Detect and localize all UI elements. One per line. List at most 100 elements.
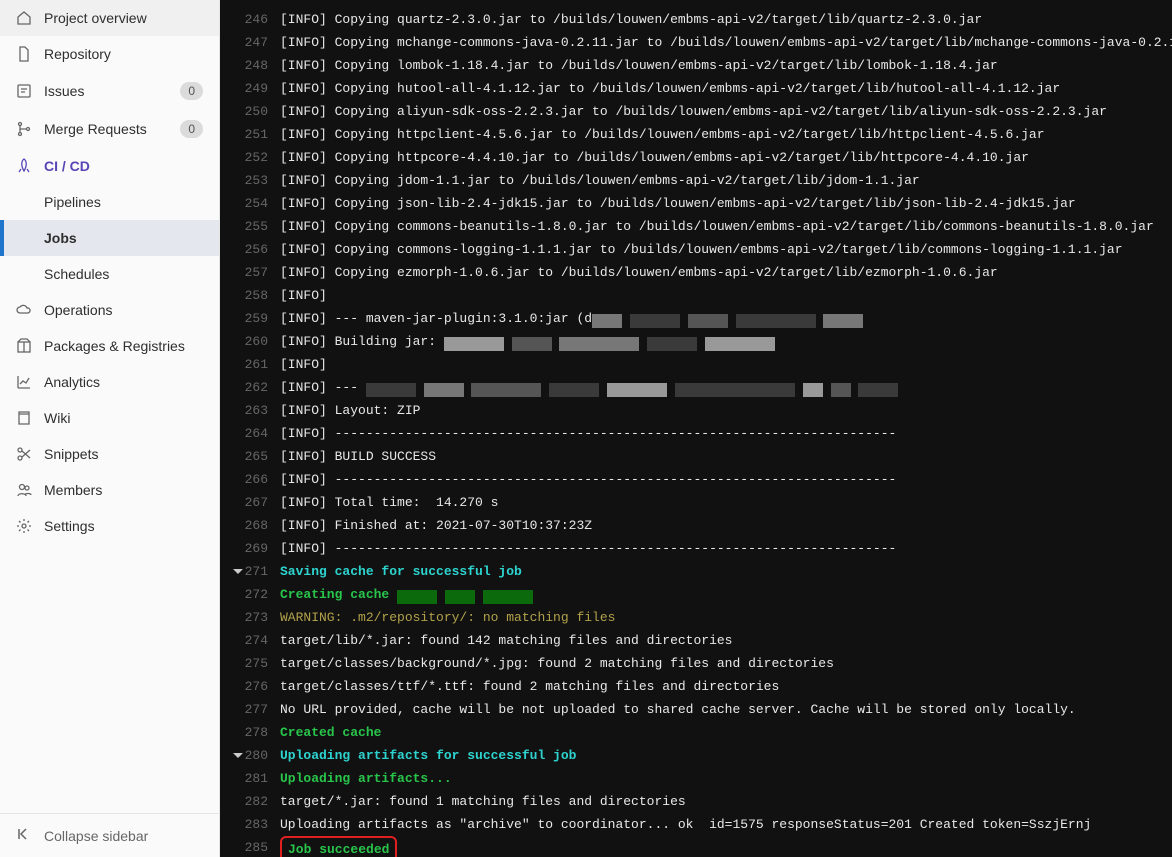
job-log[interactable]: 246[INFO] Copying quartz-2.3.0.jar to /b… [220,0,1172,857]
line-number[interactable]: 249 [220,77,280,100]
line-number[interactable]: 248 [220,54,280,77]
sidebar-item-ci-cd[interactable]: CI / CD [0,148,219,184]
log-line: 272Creating cache [220,583,1172,606]
log-content: Uploading artifacts for successful job [280,744,1172,767]
log-content: [INFO] Copying json-lib-2.4-jdk15.jar to… [280,192,1172,215]
sidebar-item-label: Wiki [44,410,203,426]
line-number[interactable]: 255 [220,215,280,238]
line-number[interactable]: 281 [220,767,280,790]
line-number[interactable]: 261 [220,353,280,376]
members-icon [16,482,32,498]
line-number[interactable]: 253 [220,169,280,192]
log-content: [INFO] Finished at: 2021-07-30T10:37:23Z [280,514,1172,537]
log-line: 246[INFO] Copying quartz-2.3.0.jar to /b… [220,8,1172,31]
log-content: [INFO] Copying commons-logging-1.1.1.jar… [280,238,1172,261]
log-line: 268[INFO] Finished at: 2021-07-30T10:37:… [220,514,1172,537]
line-number[interactable]: 285 [220,836,280,857]
line-number[interactable]: 282 [220,790,280,813]
line-number[interactable]: 260 [220,330,280,353]
line-number[interactable]: 254 [220,192,280,215]
line-number[interactable]: 283 [220,813,280,836]
line-number[interactable]: 258 [220,284,280,307]
log-line: 282target/*.jar: found 1 matching files … [220,790,1172,813]
line-number[interactable]: 271 [220,560,280,583]
line-number[interactable]: 276 [220,675,280,698]
sidebar-item-label: Packages & Registries [44,338,203,354]
sidebar-item-snippets[interactable]: Snippets [0,436,219,472]
line-number[interactable]: 263 [220,399,280,422]
line-number[interactable]: 280 [220,744,280,767]
log-content: [INFO] Copying mchange-commons-java-0.2.… [280,31,1172,54]
log-line: 262[INFO] --- [220,376,1172,399]
merge-icon [16,121,32,137]
sidebar-item-packages-registries[interactable]: Packages & Registries [0,328,219,364]
line-number[interactable]: 264 [220,422,280,445]
log-line: 255[INFO] Copying commons-beanutils-1.8.… [220,215,1172,238]
log-content: Job succeeded [280,836,1172,857]
line-number[interactable]: 246 [220,8,280,31]
log-line: 256[INFO] Copying commons-logging-1.1.1.… [220,238,1172,261]
file-icon [16,46,32,62]
sidebar: Project overviewRepositoryIssues0Merge R… [0,0,220,857]
line-number[interactable]: 250 [220,100,280,123]
line-number[interactable]: 251 [220,123,280,146]
line-number[interactable]: 265 [220,445,280,468]
sidebar-item-label: Schedules [44,266,203,282]
sidebar-item-label: Jobs [44,230,203,246]
line-number[interactable]: 252 [220,146,280,169]
chart-icon [16,374,32,390]
rocket-icon [16,158,32,174]
line-number[interactable]: 274 [220,629,280,652]
line-number[interactable]: 277 [220,698,280,721]
collapse-sidebar[interactable]: Collapse sidebar [0,813,219,857]
log-line: 261[INFO] [220,353,1172,376]
line-number[interactable]: 268 [220,514,280,537]
log-line: 252[INFO] Copying httpcore-4.4.10.jar to… [220,146,1172,169]
sidebar-item-settings[interactable]: Settings [0,508,219,544]
cloud-icon [16,302,32,318]
line-number[interactable]: 272 [220,583,280,606]
sidebar-item-pipelines[interactable]: Pipelines [0,184,219,220]
line-number[interactable]: 278 [220,721,280,744]
log-content: Uploading artifacts... [280,767,1172,790]
log-content: target/*.jar: found 1 matching files and… [280,790,1172,813]
log-content: [INFO] Copying ezmorph-1.0.6.jar to /bui… [280,261,1172,284]
line-number[interactable]: 247 [220,31,280,54]
package-icon [16,338,32,354]
log-content: [INFO] ---------------------------------… [280,468,1172,491]
log-content: [INFO] Copying lombok-1.18.4.jar to /bui… [280,54,1172,77]
line-number[interactable]: 275 [220,652,280,675]
sidebar-item-merge-requests[interactable]: Merge Requests0 [0,110,219,148]
sidebar-item-wiki[interactable]: Wiki [0,400,219,436]
job-succeeded-highlight: Job succeeded [280,836,397,857]
line-number[interactable]: 267 [220,491,280,514]
log-line: 251[INFO] Copying httpclient-4.5.6.jar t… [220,123,1172,146]
log-line: 249[INFO] Copying hutool-all-4.1.12.jar … [220,77,1172,100]
line-number[interactable]: 269 [220,537,280,560]
sidebar-item-project-overview[interactable]: Project overview [0,0,219,36]
sidebar-item-issues[interactable]: Issues0 [0,72,219,110]
sidebar-item-repository[interactable]: Repository [0,36,219,72]
log-content: target/classes/ttf/*.ttf: found 2 matchi… [280,675,1172,698]
log-content: Created cache [280,721,1172,744]
sidebar-item-members[interactable]: Members [0,472,219,508]
sidebar-item-schedules[interactable]: Schedules [0,256,219,292]
line-number[interactable]: 273 [220,606,280,629]
log-content: [INFO] ---------------------------------… [280,422,1172,445]
log-content: [INFO] --- [280,376,1172,399]
log-line: 254[INFO] Copying json-lib-2.4-jdk15.jar… [220,192,1172,215]
log-line: 258[INFO] [220,284,1172,307]
line-number[interactable]: 259 [220,307,280,330]
line-number[interactable]: 257 [220,261,280,284]
sidebar-item-jobs[interactable]: Jobs [0,220,219,256]
sidebar-item-label: CI / CD [44,158,203,174]
sidebar-item-operations[interactable]: Operations [0,292,219,328]
log-line: 257[INFO] Copying ezmorph-1.0.6.jar to /… [220,261,1172,284]
log-content: [INFO] [280,353,1172,376]
line-number[interactable]: 266 [220,468,280,491]
sidebar-item-label: Settings [44,518,203,534]
line-number[interactable]: 262 [220,376,280,399]
line-number[interactable]: 256 [220,238,280,261]
sidebar-item-analytics[interactable]: Analytics [0,364,219,400]
log-content: [INFO] Copying jdom-1.1.jar to /builds/l… [280,169,1172,192]
